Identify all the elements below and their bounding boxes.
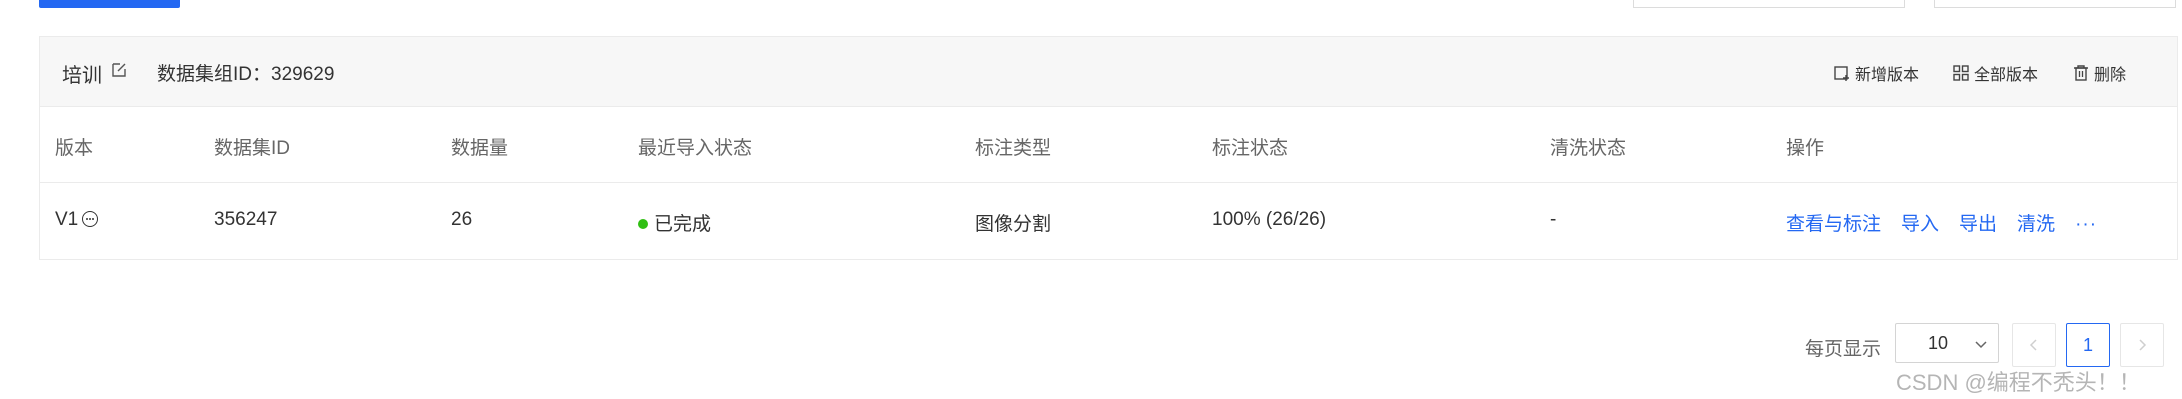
cell-version: V1	[55, 209, 99, 231]
column-header-dataset-id: 数据集ID	[214, 138, 291, 159]
primary-top-button[interactable]	[39, 0, 180, 8]
page-size-select[interactable]: 10	[1895, 323, 1999, 363]
top-input-box-2[interactable]	[1934, 0, 2176, 8]
cell-label-type: 图像分割	[975, 214, 1052, 235]
column-header-count: 数据量	[451, 138, 509, 159]
column-header-version: 版本	[55, 138, 94, 159]
cell-label-status: 100% (26/26)	[1212, 209, 1327, 230]
chevron-left-icon	[2029, 339, 2037, 351]
chevron-right-icon	[2139, 339, 2147, 351]
export-link[interactable]: 导出	[1959, 214, 1997, 235]
page-size-label: 每页显示	[1805, 339, 1882, 360]
column-header-clean-status: 清洗状态	[1550, 138, 1627, 159]
import-link[interactable]: 导入	[1901, 214, 1939, 235]
add-version-icon	[1834, 66, 1849, 81]
delete-button[interactable]: 删除	[2072, 61, 2126, 85]
delete-label: 删除	[2094, 67, 2127, 84]
grid-icon	[1953, 65, 1969, 81]
table-header: 版本 数据集ID 数据量 最近导入状态 标注类型 标注状态 清洗状态 操作	[40, 107, 2177, 183]
chevron-down-icon	[1975, 341, 1987, 349]
view-and-label-link[interactable]: 查看与标注	[1786, 214, 1881, 235]
group-header: 培训 数据集组ID：329629 新增版本 全部版本 删除	[40, 37, 2177, 107]
current-page-button[interactable]: 1	[2066, 323, 2110, 367]
page-size-value: 10	[1928, 333, 1949, 353]
cell-import-status: 已完成	[638, 209, 711, 236]
cell-dataset-id: 356247	[214, 209, 278, 230]
column-header-label-status: 标注状态	[1212, 138, 1289, 159]
watermark: CSDN @编程不秃头！！	[1896, 370, 2141, 395]
cell-count: 26	[451, 209, 473, 230]
clean-link[interactable]: 清洗	[2017, 214, 2055, 235]
prev-page-button[interactable]	[2012, 323, 2056, 367]
dataset-group-panel: 培训 数据集组ID：329629 新增版本 全部版本 删除 版本 数据集ID 数…	[39, 36, 2178, 260]
edit-icon[interactable]	[109, 60, 129, 80]
top-input-box[interactable]	[1633, 0, 1905, 8]
new-version-button[interactable]: 新增版本	[1833, 61, 1919, 85]
version-label: V1	[55, 209, 79, 230]
table-row: V1 356247 26 已完成 图像分割 100% (26/26) - 查看与…	[40, 183, 2177, 259]
import-status-text: 已完成	[654, 214, 712, 235]
status-dot	[638, 219, 648, 229]
column-header-label-type: 标注类型	[975, 138, 1052, 159]
cell-ops: 查看与标注 导入 导出 清洗 ···	[1786, 209, 2097, 236]
all-versions-button[interactable]: 全部版本	[1952, 61, 2038, 85]
column-header-import-status: 最近导入状态	[638, 138, 753, 159]
group-title: 培训	[62, 65, 102, 87]
group-id: 数据集组ID：329629	[157, 64, 335, 85]
more-ops-button[interactable]: ···	[2075, 214, 2097, 235]
more-circle-icon[interactable]	[82, 211, 99, 227]
column-header-ops: 操作	[1786, 138, 1825, 159]
cell-clean-status: -	[1550, 209, 1557, 230]
trash-icon	[2074, 65, 2088, 81]
all-versions-label: 全部版本	[1974, 67, 2039, 84]
next-page-button[interactable]	[2120, 323, 2164, 367]
new-version-label: 新增版本	[1855, 67, 1920, 84]
